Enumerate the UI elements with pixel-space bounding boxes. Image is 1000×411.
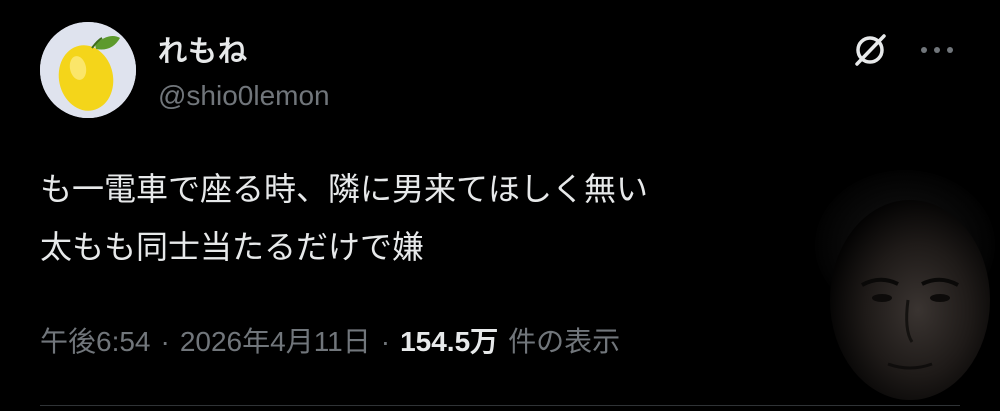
views-label: 件の表示 <box>508 326 621 357</box>
divider <box>40 405 960 406</box>
tweet-meta: 午後6:54 · 2026年4月11日 · 154.5万 件の表示 <box>40 320 620 360</box>
views-count[interactable]: 154.5万 <box>400 326 498 357</box>
grok-icon[interactable] <box>850 30 890 70</box>
avatar[interactable] <box>40 22 136 118</box>
lemon-avatar-icon <box>40 22 136 118</box>
display-name[interactable]: れもね <box>158 28 248 70</box>
tweet-text: も一電車で座る時、隣に男来てほしく無い 太もも同士当たるだけで嫌 <box>40 160 840 276</box>
tweet-date[interactable]: 2026年4月11日 <box>180 326 371 357</box>
tweet-card: れもね @shio0lemon も一電車で座る時、隣に男来てほしく無い 太もも同… <box>0 0 1000 411</box>
tweet-time[interactable]: 午後6:54 <box>40 326 151 357</box>
meta-separator: · <box>380 326 391 357</box>
tweet-text-line: 太もも同士当たるだけで嫌 <box>40 228 425 266</box>
user-handle[interactable]: @shio0lemon <box>158 80 330 112</box>
more-options-icon[interactable] <box>915 30 959 70</box>
tweet-text-line: も一電車で座る時、隣に男来てほしく無い <box>40 170 649 208</box>
meta-separator: · <box>160 326 170 357</box>
